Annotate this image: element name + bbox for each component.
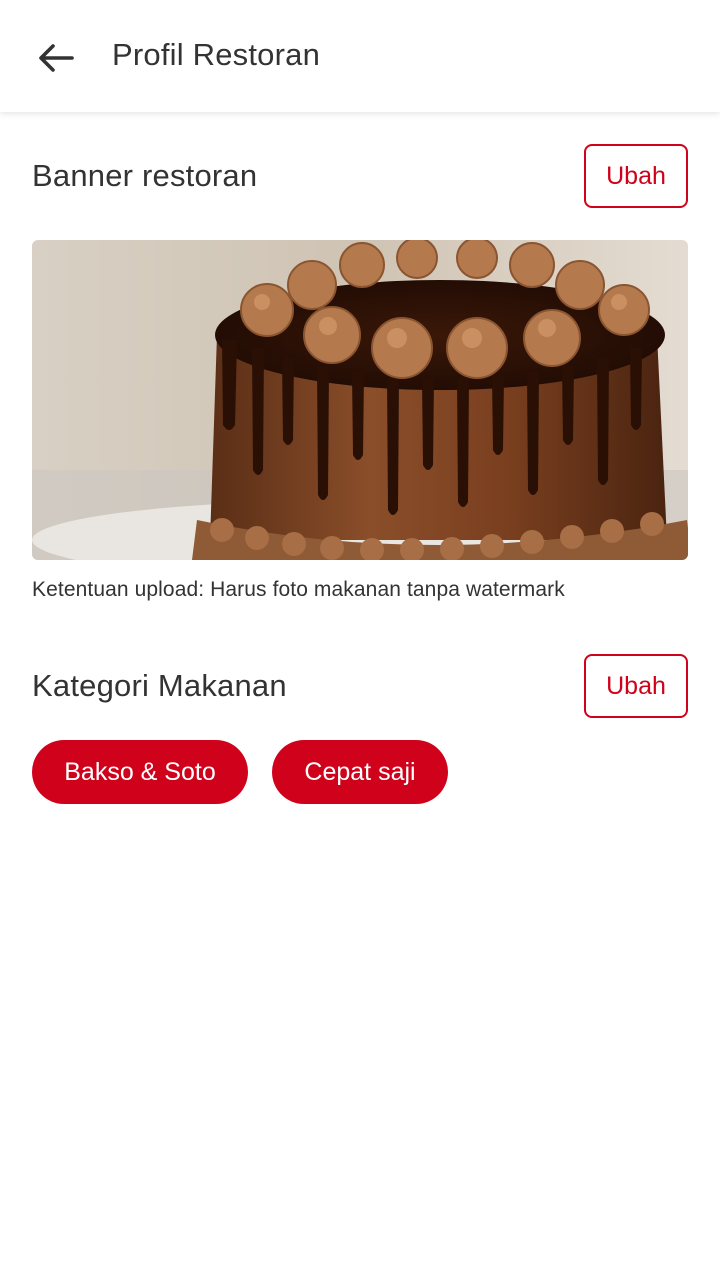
banner-image [32, 240, 688, 560]
banner-section-title: Banner restoran [32, 158, 258, 193]
back-button[interactable] [28, 30, 84, 86]
edit-banner-button[interactable]: Ubah [584, 144, 688, 208]
upload-requirement-note: Ketentuan upload: Harus foto makanan tan… [32, 578, 565, 601]
category-section-title: Kategori Makanan [32, 668, 287, 703]
category-chip-cepat-saji[interactable]: Cepat saji [272, 740, 448, 804]
category-chip-bakso-soto[interactable]: Bakso & Soto [32, 740, 248, 804]
edit-category-button[interactable]: Ubah [584, 654, 688, 718]
chocolate-cake-photo [32, 240, 688, 560]
page-title: Profil Restoran [112, 37, 321, 72]
arrow-left-icon [39, 44, 74, 72]
app-bar: Profil Restoran [0, 0, 720, 112]
